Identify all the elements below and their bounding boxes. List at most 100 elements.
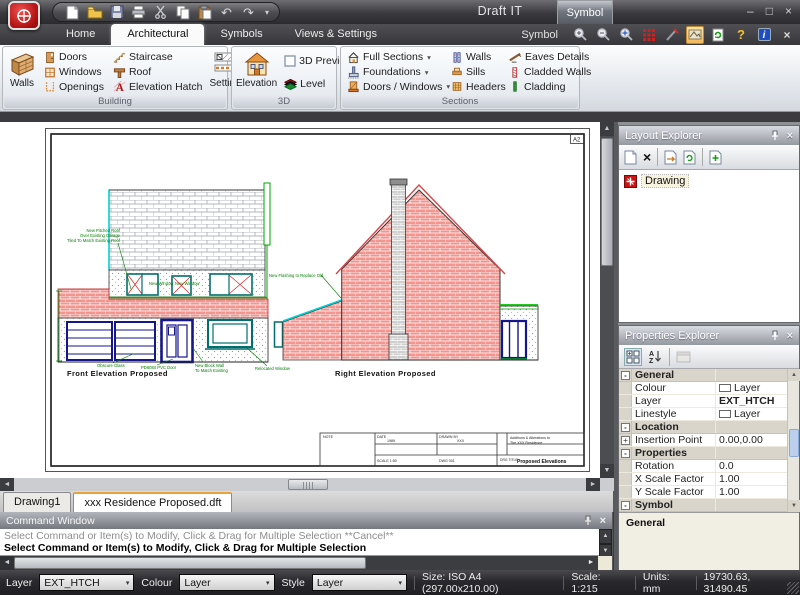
zoom-extents-icon[interactable] [617, 26, 635, 44]
pin-icon[interactable] [771, 330, 779, 341]
delete-layout-icon[interactable]: × [643, 150, 651, 164]
info-icon[interactable]: i [755, 26, 773, 44]
vscroll-thumb[interactable] [601, 138, 613, 266]
close-icon[interactable]: × [787, 130, 793, 142]
sills-button[interactable]: Sills [449, 65, 505, 80]
close-icon[interactable]: × [787, 330, 793, 342]
scroll-right-icon[interactable]: ► [586, 478, 600, 491]
property-row-insertion[interactable]: +Insertion Point0.00,0.00 [619, 434, 799, 447]
property-row-rotation[interactable]: Rotation0.0 [619, 460, 799, 473]
scroll-down-icon[interactable]: ▼ [788, 500, 800, 512]
category-row-general[interactable]: -General [619, 369, 799, 382]
help-icon[interactable]: ? [732, 26, 750, 44]
doors-windows-button[interactable]: Doors / Windows▾ [345, 79, 447, 94]
ribbon-close-icon[interactable]: × [778, 26, 796, 44]
close-icon[interactable]: × [600, 515, 606, 527]
style-dropdown[interactable]: Layer▾ [312, 574, 407, 591]
undo-icon[interactable]: ↶ [217, 4, 236, 21]
scroll-up-icon[interactable]: ▲ [599, 529, 612, 544]
minimize-button[interactable]: – [747, 3, 754, 19]
refresh-layout-icon[interactable] [683, 150, 696, 165]
hscroll-thumb[interactable] [14, 557, 366, 569]
scroll-left-icon[interactable]: ◄ [0, 556, 14, 570]
layout-explorer-header[interactable]: Layout Explorer × [619, 126, 799, 145]
windows-button[interactable]: Windows [42, 65, 106, 80]
property-row-xscale[interactable]: X Scale Factor1.00 [619, 473, 799, 486]
staircase-button[interactable]: Staircase [111, 50, 205, 65]
zoom-in-icon[interactable] [571, 26, 589, 44]
full-sections-button[interactable]: Full Sections▾ [345, 50, 447, 65]
category-row-properties[interactable]: -Properties [619, 447, 799, 460]
scroll-thumb[interactable] [789, 429, 799, 457]
command-window-titlebar[interactable]: Command Window × [0, 512, 612, 529]
cut-icon[interactable] [151, 4, 170, 21]
app-logo-icon[interactable] [8, 1, 40, 30]
category-row-location[interactable]: -Location [619, 421, 799, 434]
scroll-up-icon[interactable]: ▲ [788, 369, 800, 381]
canvas-vscrollbar[interactable]: ▲ ▼ [600, 122, 614, 478]
colour-swatch[interactable] [719, 384, 731, 392]
roof-button[interactable]: Roof [111, 65, 205, 80]
propgrid-scrollbar[interactable]: ▲ ▼ [787, 369, 799, 512]
categorized-view-icon[interactable] [624, 348, 642, 366]
cladded-walls-button[interactable]: Cladded Walls [507, 65, 581, 80]
tab-architectural[interactable]: Architectural [111, 24, 204, 45]
doc-tab-residence[interactable]: xxx Residence Proposed.dft [73, 492, 232, 512]
paste-icon[interactable] [195, 4, 214, 21]
new-file-icon[interactable] [63, 4, 82, 21]
headers-button[interactable]: Headers [449, 79, 505, 94]
scroll-down-icon[interactable]: ▼ [600, 464, 614, 478]
scroll-left-icon[interactable]: ◄ [0, 478, 14, 491]
walls-section-button[interactable]: Walls [449, 50, 505, 65]
elevation-hatch-button[interactable]: AElevation Hatch [111, 79, 205, 94]
zoom-out-icon[interactable] [594, 26, 612, 44]
import-layout-icon[interactable] [709, 150, 722, 165]
command-hscrollbar[interactable]: ◄ ► [0, 556, 612, 570]
cladding-button[interactable]: Cladding [507, 79, 581, 94]
scroll-up-icon[interactable]: ▲ [600, 122, 614, 136]
property-row-colour[interactable]: ColourLayer [619, 382, 799, 395]
property-row-layer[interactable]: LayerEXT_HTCH [619, 395, 799, 408]
grid-icon[interactable] [640, 26, 658, 44]
resize-grip[interactable] [787, 582, 799, 594]
properties-explorer-header[interactable]: Properties Explorer × [619, 326, 799, 345]
linestyle-swatch[interactable] [719, 410, 731, 418]
canvas-hscrollbar[interactable]: ◄ ► [0, 478, 614, 491]
eaves-details-button[interactable]: Eaves Details [507, 50, 581, 65]
drawing-canvas[interactable]: A2 [0, 122, 600, 478]
hscroll-thumb[interactable] [288, 479, 328, 490]
context-tab-symbol[interactable]: Symbol [557, 0, 613, 24]
command-prompt-line[interactable]: Select Command or Item(s) to Modify, Cli… [0, 542, 612, 554]
doors-button[interactable]: Doors [42, 50, 106, 65]
walls-button[interactable]: Walls [7, 49, 37, 95]
print-icon[interactable] [129, 4, 148, 21]
tab-home[interactable]: Home [50, 24, 111, 45]
refresh-icon[interactable] [709, 26, 727, 44]
tab-views-settings[interactable]: Views & Settings [279, 24, 393, 45]
command-vscrollbar[interactable]: ▲ ▼ [599, 529, 612, 556]
open-folder-icon[interactable] [85, 4, 104, 21]
sort-az-icon[interactable]: AZ [648, 349, 663, 364]
new-layout-icon[interactable] [624, 150, 637, 165]
doc-tab-drawing1[interactable]: Drawing1 [3, 492, 71, 512]
copy-icon[interactable] [173, 4, 192, 21]
pin-icon[interactable] [771, 130, 779, 141]
export-layout-icon[interactable] [664, 150, 677, 165]
qat-dropdown-icon[interactable]: ▾ [265, 8, 269, 17]
colour-dropdown[interactable]: Layer▾ [179, 574, 274, 591]
close-button[interactable]: × [785, 3, 792, 19]
snap-icon[interactable] [663, 26, 681, 44]
layer-dropdown[interactable]: EXT_HTCH▾ [39, 574, 134, 591]
property-row-linestyle[interactable]: LinestyleLayer [619, 408, 799, 421]
elevation-button[interactable]: Elevation [236, 49, 277, 95]
foundations-button[interactable]: Foundations▾ [345, 65, 447, 80]
openings-button[interactable]: Openings [42, 79, 106, 94]
layout-item-drawing[interactable]: Drawing [624, 174, 794, 188]
redo-icon[interactable]: ↷ [239, 4, 258, 21]
category-row-symbol[interactable]: -Symbol [619, 499, 799, 512]
scroll-right-icon[interactable]: ► [584, 556, 598, 570]
drawing-sheet[interactable]: A2 [45, 128, 590, 472]
pin-icon[interactable] [584, 515, 592, 526]
save-icon[interactable] [107, 4, 126, 21]
maximize-button[interactable]: □ [766, 3, 773, 19]
